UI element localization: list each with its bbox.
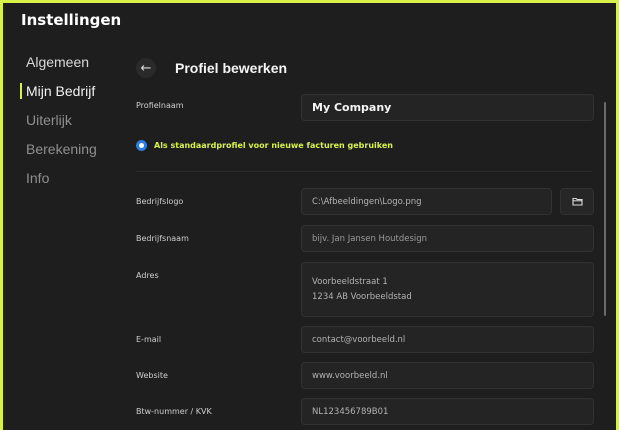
logo-label: Bedrijfslogo <box>136 197 184 206</box>
default-profile-label: Als standaardprofiel voor nieuwe facture… <box>154 141 393 150</box>
sidebar-item-algemeen[interactable]: Algemeen <box>12 50 122 79</box>
arrow-left-icon: ← <box>140 60 152 76</box>
folder-icon <box>571 197 583 206</box>
email-input[interactable]: contact@voorbeeld.nl <box>301 326 594 353</box>
company-name-input[interactable]: bijv. Jan Jansen Houtdesign <box>301 225 594 252</box>
address-input[interactable]: Voorbeeldstraat 1 1234 AB Voorbeeldstad <box>301 262 594 317</box>
scrollbar[interactable] <box>604 102 606 316</box>
sidebar: Algemeen Mijn Bedrijf Uiterlijk Berekeni… <box>12 50 122 195</box>
website-value: www.voorbeeld.nl <box>312 370 388 381</box>
logo-path-input[interactable]: C:\Afbeeldingen\Logo.png <box>301 188 552 215</box>
company-name-label: Bedrijfsnaam <box>136 234 189 243</box>
profile-name-value: My Company <box>312 101 392 114</box>
logo-path-value: C:\Afbeeldingen\Logo.png <box>312 196 422 207</box>
email-label: E-mail <box>136 335 162 344</box>
sidebar-item-uiterlijk[interactable]: Uiterlijk <box>12 108 122 137</box>
website-input[interactable]: www.voorbeeld.nl <box>301 362 594 389</box>
address-line-2: 1234 AB Voorbeeldstad <box>312 291 412 302</box>
back-button[interactable]: ← <box>136 58 156 78</box>
browse-logo-button[interactable] <box>560 188 594 215</box>
website-label: Website <box>136 371 168 380</box>
sidebar-item-info[interactable]: Info <box>12 166 122 195</box>
profile-name-label: Profielnaam <box>136 101 184 110</box>
profile-name-input[interactable]: My Company <box>301 94 594 121</box>
page-title: Profiel bewerken <box>175 60 288 76</box>
sidebar-item-mijn-bedrijf[interactable]: Mijn Bedrijf <box>12 79 122 108</box>
default-profile-option[interactable]: Als standaardprofiel voor nieuwe facture… <box>136 140 393 151</box>
company-name-placeholder: bijv. Jan Jansen Houtdesign <box>312 233 428 244</box>
address-line-1: Voorbeeldstraat 1 <box>312 276 388 287</box>
app-title: Instellingen <box>21 11 122 29</box>
vat-label: Btw-nummer / KVK <box>136 407 212 416</box>
sidebar-item-berekening[interactable]: Berekening <box>12 137 122 166</box>
email-value: contact@voorbeeld.nl <box>312 334 406 345</box>
vat-input[interactable]: NL123456789B01 <box>301 398 594 425</box>
vat-value: NL123456789B01 <box>312 406 389 417</box>
default-profile-radio[interactable] <box>136 140 147 151</box>
divider <box>136 171 592 172</box>
address-label: Adres <box>136 271 159 280</box>
